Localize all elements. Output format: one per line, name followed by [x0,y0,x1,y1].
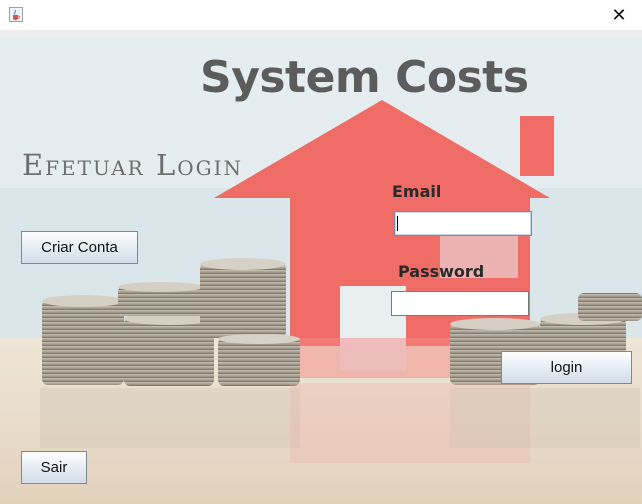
email-field[interactable] [394,211,532,236]
login-heading: Efetuar Login [22,148,243,182]
window-border-strip [0,30,642,38]
password-field[interactable] [391,291,529,316]
java-coffee-icon [9,7,23,22]
exit-button[interactable]: Sair [21,451,87,484]
login-panel: System Costs Efetuar Login Email Passwor… [0,38,642,504]
title-bar[interactable]: ✕ [0,0,642,31]
password-label: Password [398,262,485,281]
login-button[interactable]: login [501,351,632,384]
close-button[interactable]: ✕ [596,0,642,30]
email-label: Email [392,182,442,201]
background-image [0,38,642,504]
app-title: System Costs [200,52,529,103]
application-window: ✕ System Costs Efetuar Login Email Passw… [0,0,642,504]
close-icon: ✕ [611,4,627,26]
create-account-button[interactable]: Criar Conta [21,231,138,264]
text-caret [397,216,398,231]
